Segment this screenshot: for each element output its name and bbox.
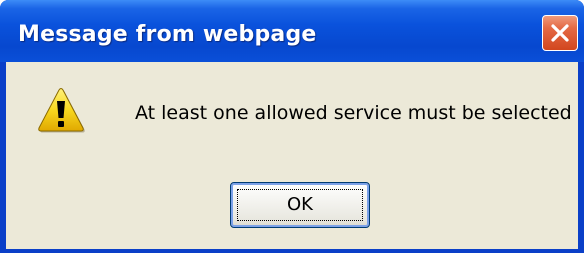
message-dialog: Message from webpage At least one allowe… xyxy=(0,0,584,253)
ok-button-label: OK xyxy=(287,194,313,215)
dialog-title: Message from webpage xyxy=(18,22,317,47)
dialog-body: At least one allowed service must be sel… xyxy=(6,62,578,249)
warning-icon xyxy=(38,88,85,133)
title-bar[interactable]: Message from webpage xyxy=(0,0,584,62)
ok-button[interactable]: OK xyxy=(230,182,370,228)
dialog-message: At least one allowed service must be sel… xyxy=(135,102,572,124)
close-icon xyxy=(551,24,569,42)
close-button[interactable] xyxy=(542,15,578,51)
